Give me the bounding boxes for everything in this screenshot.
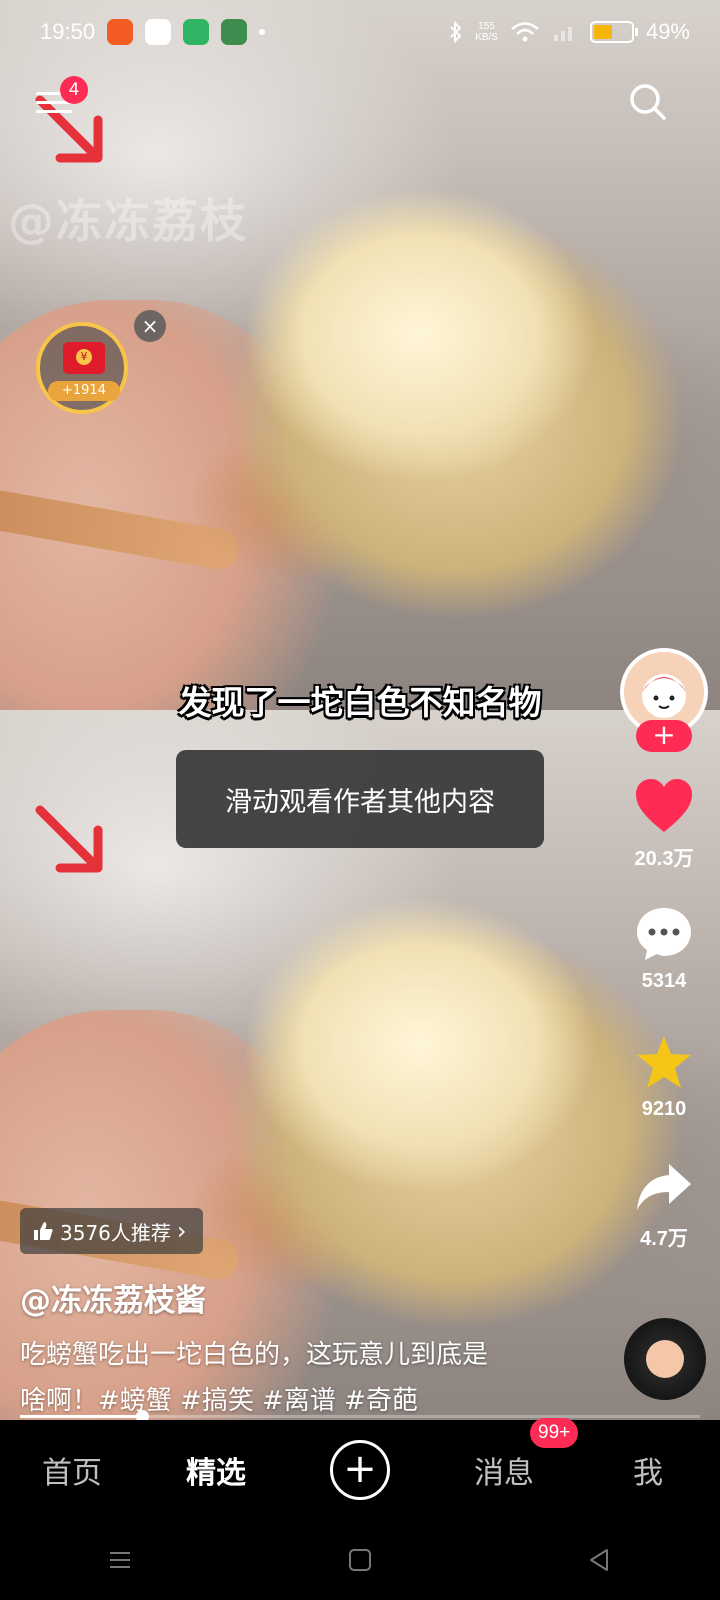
like-button[interactable]: 20.3万 (620, 778, 708, 871)
bluetooth-icon (450, 21, 462, 43)
video-subtitle: 发现了一坨白色不知名物 (178, 683, 542, 722)
favorite-count: 9210 (641, 1098, 687, 1120)
share-icon (637, 1164, 691, 1210)
nav-featured[interactable]: 精选 (144, 1448, 288, 1492)
network-speed-value: 155 (478, 21, 495, 32)
nav-me[interactable]: 我 (576, 1448, 720, 1492)
music-disc-icon[interactable] (624, 1318, 706, 1400)
red-envelope-icon (63, 342, 105, 374)
recommend-chip[interactable]: 3576人推荐 › (20, 1208, 203, 1254)
heart-icon (636, 779, 692, 832)
video-description[interactable]: 吃螃蟹吃出一坨白色的，这玩意儿到底是 啥啊！#螃蟹 #搞笑 #离谱 #奇葩 (20, 1332, 580, 1424)
nav-messages[interactable]: 消息 99+ (432, 1418, 579, 1492)
comment-count: 5314 (641, 970, 687, 992)
red-arrow-graphic (35, 805, 103, 873)
notification-app-icon (107, 19, 134, 45)
share-count: 4.7万 (640, 1228, 688, 1250)
back-triangle-icon[interactable] (585, 1545, 615, 1575)
nav-home[interactable]: 首页 (0, 1448, 144, 1492)
recents-menu-icon[interactable] (105, 1545, 135, 1575)
network-speed: 155 KB/S (475, 21, 498, 43)
chevron-right-icon: › (176, 1217, 187, 1245)
wifi-icon (511, 22, 539, 42)
progress-played (20, 1415, 143, 1418)
nav-messages-label: 消息 (474, 1456, 534, 1491)
nav-create[interactable]: + (288, 1440, 432, 1500)
favorite-button[interactable]: 9210 (620, 1034, 708, 1121)
battery-icon (589, 21, 638, 43)
battery-percent: 49% (645, 19, 690, 44)
more-notifications-dot (259, 29, 266, 35)
music-cover (646, 1340, 684, 1378)
bottom-navigation: 首页 精选 + 消息 99+ 我 (0, 1418, 720, 1520)
follow-button[interactable]: + (636, 720, 692, 752)
video-watermark: @冻冻荔枝 (8, 194, 248, 248)
shield-app-icon (183, 19, 210, 45)
comment-icon (637, 908, 691, 960)
plus-icon: + (330, 1440, 390, 1500)
game-app-icon (221, 19, 248, 45)
status-time: 19:50 (40, 19, 96, 44)
video-progress-bar[interactable] (20, 1410, 700, 1423)
home-square-icon[interactable] (345, 1545, 375, 1575)
star-icon (637, 1036, 691, 1088)
system-navigation-bar (0, 1520, 720, 1600)
swipe-hint-toast: 滑动观看作者其他内容 (176, 750, 544, 848)
notification-app-icon (145, 19, 172, 45)
description-line: 吃螃蟹吃出一坨白色的，这玩意儿到底是 (20, 1340, 489, 1370)
red-envelope-reward[interactable]: +1914 (36, 322, 128, 414)
messages-badge: 99+ (530, 1418, 579, 1448)
menu-badge: 4 (60, 76, 88, 104)
status-bar: 19:50 155 KB/S 49% (0, 0, 720, 64)
network-speed-unit: KB/S (475, 32, 498, 43)
close-reward-button[interactable]: × (134, 310, 166, 342)
search-icon[interactable] (628, 82, 668, 122)
thumb-up-icon (34, 1222, 53, 1240)
author-name[interactable]: @冻冻荔枝酱 (20, 1275, 206, 1320)
reward-amount: +1914 (48, 381, 120, 401)
signal-icon (553, 27, 572, 41)
recommend-count: 3576人推荐 (60, 1220, 171, 1245)
comment-button[interactable]: 5314 (620, 906, 708, 993)
share-button[interactable]: 4.7万 (620, 1162, 708, 1251)
like-count: 20.3万 (634, 848, 694, 870)
